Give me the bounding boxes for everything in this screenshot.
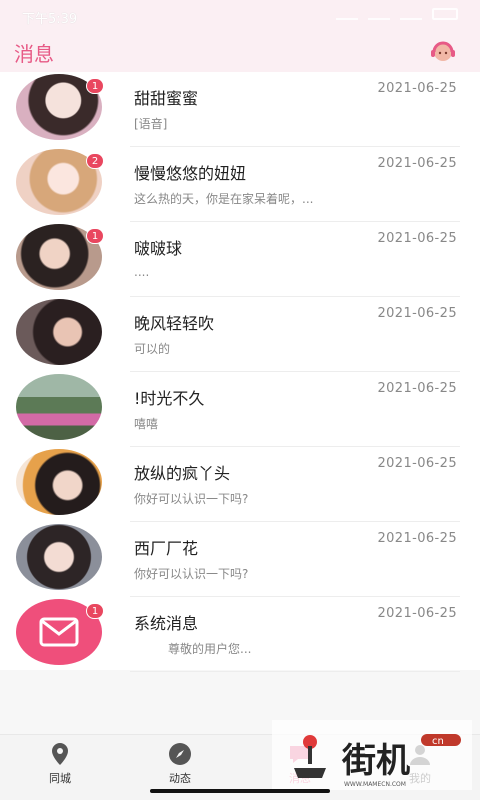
message-date: 2021-06-25 xyxy=(377,156,457,171)
contact-name: 啵啵球 xyxy=(134,239,183,258)
signal-icon xyxy=(336,8,358,20)
avatar xyxy=(16,449,102,515)
watermark-logo: 街机 cn WWW.MAMECN.COM xyxy=(294,734,461,788)
svg-text:cn: cn xyxy=(432,736,444,747)
avatar xyxy=(16,374,102,440)
status-time: 下午5:39 xyxy=(22,12,78,27)
avatar xyxy=(16,299,102,365)
unread-badge: 2 xyxy=(86,153,104,169)
tab-label: 动态 xyxy=(169,772,191,785)
message-preview: 这么热的天，你是在家呆着呢，... xyxy=(134,192,314,206)
message-date: 2021-06-25 xyxy=(377,531,457,546)
message-date: 2021-06-25 xyxy=(377,456,457,471)
status-bar: 下午5:39 xyxy=(0,0,480,30)
contact-name: 西厂厂花 xyxy=(134,539,199,558)
list-item[interactable]: !时光不久 2021-06-25 嘻嘻 xyxy=(0,372,480,447)
home-indicator xyxy=(150,789,330,793)
contact-name: 放纵的疯丫头 xyxy=(134,464,231,483)
message-preview: 你好可以认识一下吗? xyxy=(134,567,249,581)
watermark: 街机 cn WWW.MAMECN.COM xyxy=(272,720,472,790)
page-title: 消息 xyxy=(14,42,54,66)
contact-name: 慢慢悠悠的妞妞 xyxy=(134,164,247,183)
message-date: 2021-06-25 xyxy=(377,306,457,321)
list-item[interactable]: 放纵的疯丫头 2021-06-25 你好可以认识一下吗? xyxy=(0,447,480,522)
location-pin-icon xyxy=(52,743,68,765)
svg-text:街机: 街机 xyxy=(341,741,410,781)
list-item[interactable]: 1 系统消息 2021-06-25 尊敬的用户您... xyxy=(0,597,480,672)
tab-moments[interactable]: 动态 xyxy=(140,741,220,791)
contact-name: !时光不久 xyxy=(134,389,205,408)
tab-label: 同城 xyxy=(49,772,71,785)
header: 消息 xyxy=(0,30,480,72)
list-item[interactable]: 1 啵啵球 2021-06-25 .... xyxy=(0,222,480,297)
list-item[interactable]: 晚风轻轻吹 2021-06-25 可以的 xyxy=(0,297,480,372)
unread-badge: 1 xyxy=(86,78,104,94)
message-date: 2021-06-25 xyxy=(377,606,457,621)
message-preview: 你好可以认识一下吗? xyxy=(134,492,249,506)
svg-text:WWW.MAMECN.COM: WWW.MAMECN.COM xyxy=(344,781,406,788)
message-list: 1 甜甜蜜蜜 2021-06-25 [语音] 2 慢慢悠悠的妞妞 2021-06… xyxy=(0,72,480,672)
list-item[interactable]: 2 慢慢悠悠的妞妞 2021-06-25 这么热的天，你是在家呆着呢，... xyxy=(0,147,480,222)
message-date: 2021-06-25 xyxy=(377,231,457,246)
battery-icon xyxy=(432,8,458,20)
unread-badge: 1 xyxy=(86,228,104,244)
tab-nearby[interactable]: 同城 xyxy=(20,741,100,791)
message-preview: [语音] xyxy=(134,117,168,131)
message-preview: .... xyxy=(134,265,150,279)
contact-name: 系统消息 xyxy=(134,614,199,633)
message-date: 2021-06-25 xyxy=(377,381,457,396)
divider xyxy=(130,671,460,672)
message-preview: 嘻嘻 xyxy=(134,417,159,431)
customer-service-icon[interactable] xyxy=(430,40,456,64)
message-date: 2021-06-25 xyxy=(377,81,457,96)
mail-icon xyxy=(39,617,79,647)
list-item[interactable]: 1 甜甜蜜蜜 2021-06-25 [语音] xyxy=(0,72,480,147)
contact-name: 晚风轻轻吹 xyxy=(134,314,215,333)
list-item[interactable]: 西厂厂花 2021-06-25 你好可以认识一下吗? xyxy=(0,522,480,597)
signal-icon xyxy=(368,8,390,20)
compass-icon xyxy=(169,743,191,765)
message-preview: 可以的 xyxy=(134,342,171,356)
message-preview: 尊敬的用户您... xyxy=(168,642,252,656)
wifi-icon xyxy=(400,8,422,20)
status-icons xyxy=(336,8,458,20)
contact-name: 甜甜蜜蜜 xyxy=(134,89,199,108)
avatar xyxy=(16,524,102,590)
unread-badge: 1 xyxy=(86,603,104,619)
